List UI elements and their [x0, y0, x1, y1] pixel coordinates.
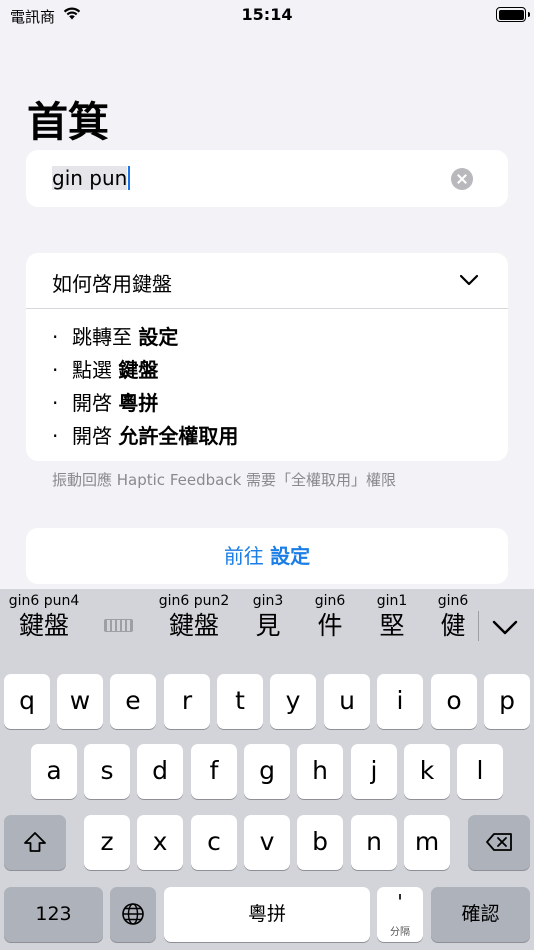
candidate-item[interactable]: gin6 pun2 鍵盤: [154, 589, 234, 642]
key-i[interactable]: i: [377, 674, 423, 729]
setup-steps-list: · 跳轉至 設定 · 點選 鍵盤 · 開啓 粵拼 · 開啓 允許全權取用: [52, 321, 238, 453]
candidate-divider: [478, 611, 479, 641]
key-d[interactable]: d: [137, 744, 183, 799]
key-w[interactable]: w: [57, 674, 103, 729]
keyboard-setup-card: 如何啓用鍵盤 · 跳轉至 設定 · 點選 鍵盤 · 開啓 粵拼 · 開啓 允許全權取用: [26, 253, 508, 461]
key-e[interactable]: e: [110, 674, 156, 729]
key-l[interactable]: l: [457, 744, 503, 799]
list-item: · 開啓 允許全權取用: [52, 424, 239, 448]
key-j[interactable]: j: [351, 744, 397, 799]
key-s[interactable]: s: [84, 744, 130, 799]
search-input[interactable]: gin pun: [26, 150, 508, 207]
key-u[interactable]: u: [324, 674, 370, 729]
key-v[interactable]: v: [244, 815, 290, 870]
key-p[interactable]: p: [484, 674, 530, 729]
key-y[interactable]: y: [270, 674, 316, 729]
key-b[interactable]: b: [297, 815, 343, 870]
keyboard-icon[interactable]: [104, 619, 133, 632]
apostrophe-key[interactable]: ' 分隔: [377, 887, 423, 942]
search-input-text[interactable]: gin pun: [52, 166, 131, 190]
candidate-item[interactable]: gin6 件: [310, 589, 350, 642]
battery-icon: [496, 7, 530, 22]
go-to-settings-button[interactable]: 前往 設定: [26, 528, 508, 584]
text-caret: [128, 166, 131, 190]
clear-icon[interactable]: [451, 168, 473, 190]
clock: 15:14: [241, 5, 293, 24]
delete-key[interactable]: [468, 815, 530, 870]
chevron-down-icon[interactable]: [492, 617, 518, 637]
haptic-feedback-note: 振動回應 Haptic Feedback 需要「全權取用」權限: [52, 471, 397, 489]
key-f[interactable]: f: [191, 744, 237, 799]
keyboard-setup-header[interactable]: 如何啓用鍵盤: [26, 253, 508, 309]
key-r[interactable]: r: [164, 674, 210, 729]
key-a[interactable]: a: [31, 744, 77, 799]
page-title: 首箕: [27, 98, 109, 146]
key-m[interactable]: m: [404, 815, 450, 870]
list-item: · 點選 鍵盤: [52, 358, 159, 382]
key-c[interactable]: c: [191, 815, 237, 870]
candidate-item[interactable]: gin6 健: [433, 589, 473, 642]
space-key[interactable]: 粵拼: [164, 887, 370, 942]
keyboard-setup-title: 如何啓用鍵盤: [52, 272, 172, 296]
key-q[interactable]: q: [4, 674, 50, 729]
list-item: · 跳轉至 設定: [52, 325, 179, 349]
shift-key[interactable]: [4, 815, 66, 870]
globe-key[interactable]: [110, 887, 156, 942]
key-o[interactable]: o: [431, 674, 477, 729]
key-x[interactable]: x: [137, 815, 183, 870]
key-t[interactable]: t: [217, 674, 263, 729]
status-bar: 電訊商 15:14: [0, 0, 534, 30]
backspace-icon: [486, 833, 512, 851]
confirm-key[interactable]: 確認: [431, 887, 530, 942]
globe-icon: [122, 903, 144, 925]
list-item: · 開啓 粵拼: [52, 391, 159, 415]
candidate-item[interactable]: gin1 堅: [372, 589, 412, 642]
numbers-key[interactable]: 123: [4, 887, 103, 942]
key-k[interactable]: k: [404, 744, 450, 799]
key-n[interactable]: n: [351, 815, 397, 870]
key-z[interactable]: z: [84, 815, 130, 870]
keyboard: gin6 pun4 鍵盤 gin6 pun2 鍵盤 gin3 見 gin6 件 …: [0, 589, 534, 950]
candidate-item[interactable]: gin6 pun4 鍵盤: [4, 589, 84, 642]
chevron-down-icon[interactable]: [458, 269, 480, 291]
shift-icon: [24, 832, 46, 852]
key-g[interactable]: g: [244, 744, 290, 799]
key-h[interactable]: h: [297, 744, 343, 799]
candidate-item[interactable]: gin3 見: [248, 589, 288, 642]
